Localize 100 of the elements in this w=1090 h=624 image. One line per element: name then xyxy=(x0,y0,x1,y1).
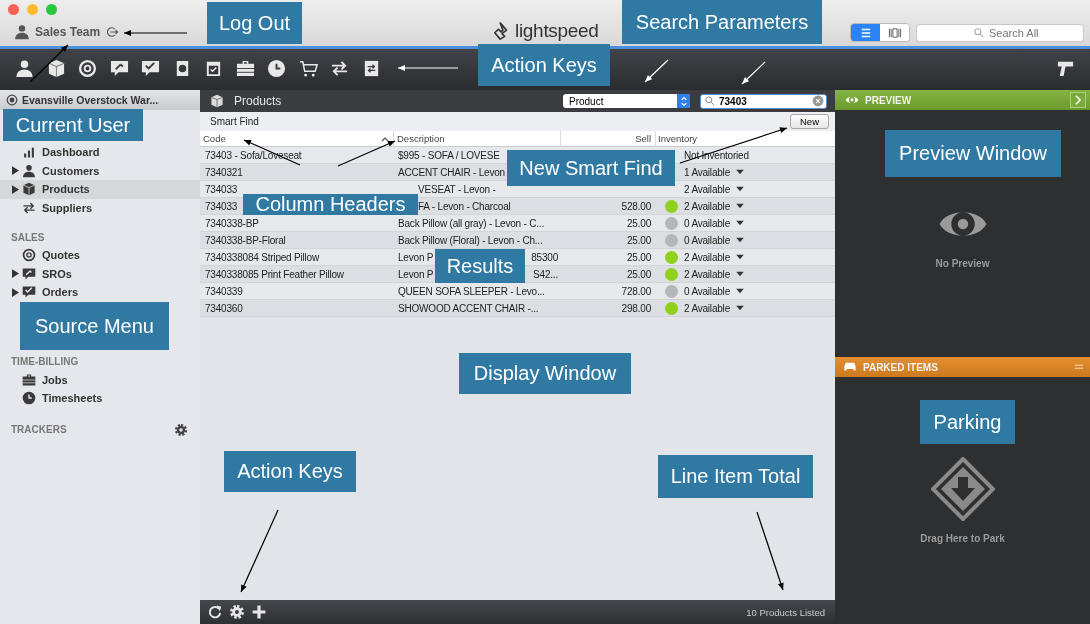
sidebar-item[interactable]: Orders xyxy=(0,283,200,302)
search-field[interactable]: 73403 xyxy=(700,93,827,109)
logout-icon[interactable] xyxy=(105,25,120,39)
table-cell: 7340338085 Print Feather Pillow xyxy=(205,268,344,280)
column-header[interactable]: Code xyxy=(203,133,226,144)
table-cell: 0 Available xyxy=(684,285,730,297)
sidebar-item[interactable]: Customers xyxy=(0,161,200,180)
checkmark-icon[interactable] xyxy=(141,59,160,78)
person-icon xyxy=(22,163,36,178)
disclosure-triangle-icon[interactable] xyxy=(12,184,19,194)
park-hint: Drag Here to Park xyxy=(920,533,1005,544)
person-icon[interactable] xyxy=(15,59,34,78)
table-cell: 734033 xyxy=(205,200,238,212)
annotation-label: Display Window xyxy=(459,353,631,394)
annotation-label: Source Menu xyxy=(20,302,169,350)
close-button[interactable] xyxy=(8,4,19,15)
annotation-arrow xyxy=(337,140,396,167)
sidebar-item[interactable]: Jobs xyxy=(0,370,200,389)
annotation-arrow xyxy=(741,61,766,85)
caret-icon[interactable] xyxy=(736,305,744,311)
table-cell: 7340338-BP xyxy=(205,217,259,229)
chevron-icon[interactable] xyxy=(1070,92,1086,108)
table-cell: 2 Available xyxy=(684,200,730,212)
annotation-arrow xyxy=(397,65,459,71)
caret-icon[interactable] xyxy=(736,237,744,243)
calendar-icon[interactable] xyxy=(204,59,223,78)
caret-icon[interactable] xyxy=(736,169,744,175)
sidebar-item[interactable]: Timesheets xyxy=(0,389,200,408)
column-header[interactable]: Sell xyxy=(635,133,651,144)
annotation-label: Line Item Total xyxy=(658,455,813,498)
caret-icon[interactable] xyxy=(736,288,744,294)
table-cell: 728.00 xyxy=(621,285,651,297)
table-cell: 25.00 xyxy=(626,234,651,246)
caret-icon[interactable] xyxy=(736,186,744,192)
clear-icon[interactable] xyxy=(812,95,824,107)
table-cell: Back Pillow (all gray) - Levon - C... xyxy=(398,217,544,229)
item-count: 10 Products Listed xyxy=(746,606,825,618)
location-name: Evansville Overstock War... xyxy=(22,94,159,106)
search-field[interactable]: Search All xyxy=(916,24,1084,42)
barcode-icon xyxy=(887,25,902,40)
sort-caret-icon[interactable] xyxy=(381,135,389,142)
person-icon xyxy=(14,24,30,40)
sidebar-item[interactable]: Suppliers xyxy=(0,198,200,217)
table-cell: Back Pillow (Floral) - Levon - Ch... xyxy=(398,234,543,246)
table-cell: 7340360 xyxy=(205,302,243,314)
table-cell: 25.00 xyxy=(626,217,651,229)
caret-icon[interactable] xyxy=(736,203,744,209)
caret-icon[interactable] xyxy=(736,254,744,260)
location-icon xyxy=(6,94,18,106)
box-icon[interactable] xyxy=(46,59,66,78)
list-view-button[interactable] xyxy=(851,24,880,41)
arrows-icon[interactable] xyxy=(330,59,349,78)
annotation-label: Log Out xyxy=(207,2,302,44)
annotation-label: Column Headers xyxy=(243,194,418,215)
cart-icon[interactable] xyxy=(298,59,318,78)
stepper-icon xyxy=(679,95,688,107)
logo-text: lightspeed xyxy=(515,20,599,42)
sidebar-item[interactable]: SROs xyxy=(0,264,200,283)
empty-preview-text: No Preview xyxy=(935,258,990,269)
new-button[interactable]: New xyxy=(790,114,829,129)
sidebar-item[interactable]: Quotes xyxy=(0,246,200,265)
caret-icon[interactable] xyxy=(736,271,744,277)
box-icon xyxy=(210,94,224,108)
disclosure-triangle-icon[interactable] xyxy=(12,269,19,279)
clock-icon xyxy=(22,391,36,406)
table-cell: Not Inventoried xyxy=(684,149,749,161)
table-cell: 2 Available xyxy=(684,183,730,195)
sidebar-item[interactable]: Products xyxy=(0,180,200,199)
annotation-arrow xyxy=(644,59,669,83)
caret-icon[interactable] xyxy=(736,220,744,226)
annotation-arrow xyxy=(29,44,69,83)
add-icon[interactable] xyxy=(251,604,267,620)
briefcase-icon[interactable] xyxy=(235,59,255,78)
table-cell: 7340321 xyxy=(205,166,243,178)
disclosure-triangle-icon[interactable] xyxy=(12,287,19,297)
refresh-icon[interactable] xyxy=(207,604,223,620)
table-cell: VESEAT - Levon - xyxy=(418,183,496,195)
clock-icon[interactable] xyxy=(267,59,286,78)
section-title: TIME-BILLING xyxy=(11,356,79,367)
table-cell: SHOWOOD ACCENT CHAIR -... xyxy=(398,302,539,314)
table-cell: 85300 xyxy=(531,251,558,263)
table-cell: $995 - SOFA / LOVESE xyxy=(398,149,500,161)
target-icon[interactable] xyxy=(78,59,97,78)
filter-dropdown[interactable]: Product xyxy=(563,94,690,108)
annotation-label: Action Keys xyxy=(224,451,356,492)
disclosure-triangle-icon[interactable] xyxy=(12,166,19,176)
table-cell: 0 Available xyxy=(684,234,730,246)
sidebar-item[interactable]: Dashboard xyxy=(0,143,200,162)
settings-icon[interactable] xyxy=(174,422,188,437)
panel-title: PREVIEW xyxy=(865,94,912,106)
table-cell: 1 Available xyxy=(684,166,730,178)
table-cell: 7340339 xyxy=(205,285,243,297)
table-cell: 7340338084 Striped Pillow xyxy=(205,251,319,263)
table-cell: 528.00 xyxy=(621,200,651,212)
table-cell: Levon P xyxy=(398,268,434,280)
column-header[interactable]: Inventory xyxy=(658,133,698,144)
column-header[interactable]: Description xyxy=(397,133,445,144)
annotation-label: Parking xyxy=(920,400,1015,444)
grid-view-button[interactable] xyxy=(880,24,909,41)
table-cell: 298.00 xyxy=(621,302,651,314)
